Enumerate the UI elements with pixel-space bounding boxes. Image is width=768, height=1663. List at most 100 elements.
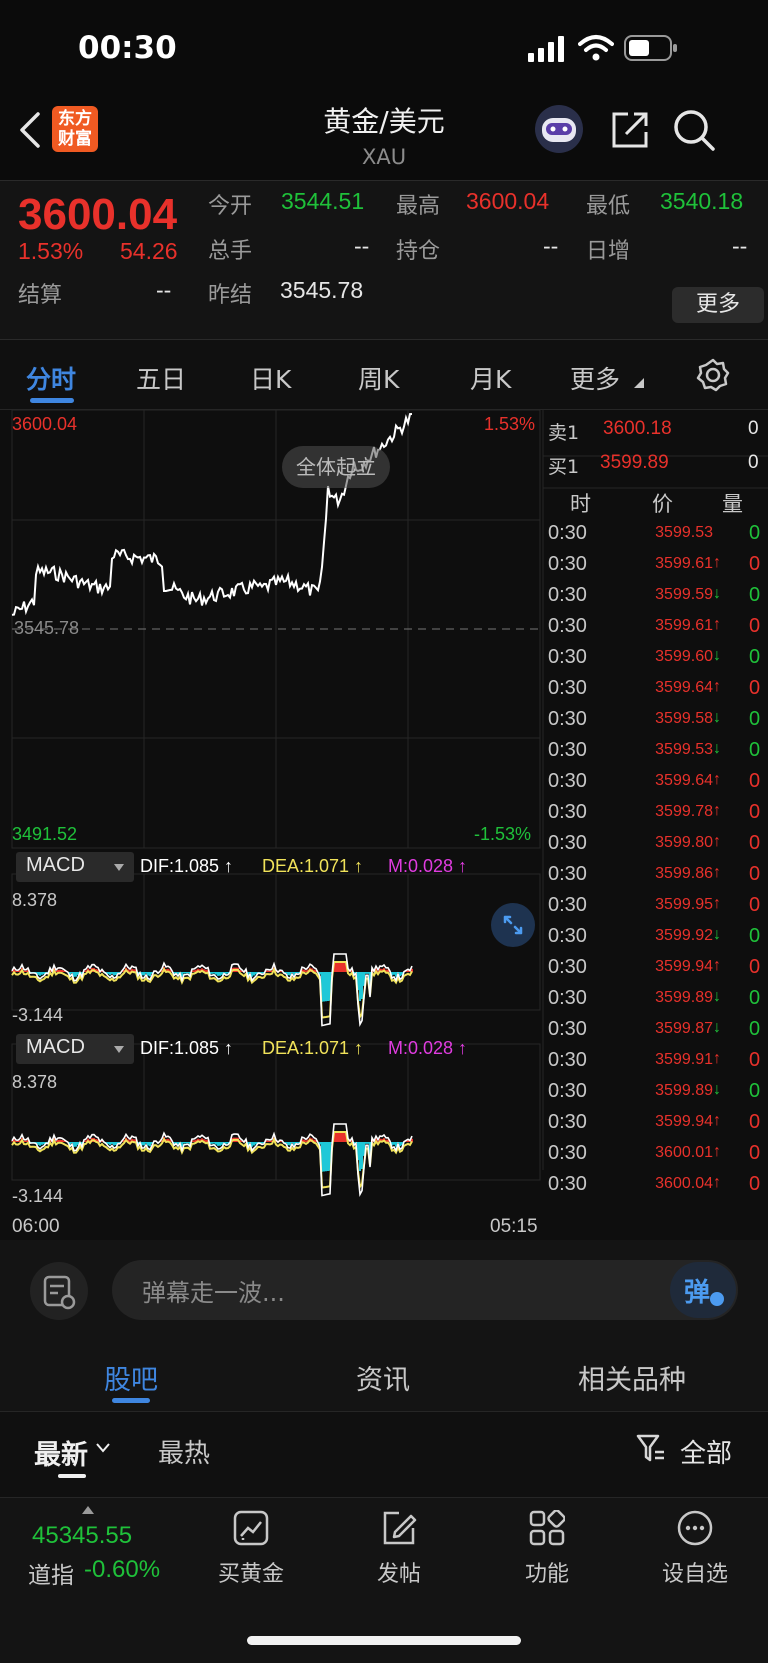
settle-value: -- xyxy=(156,277,172,303)
tick-qty: 0 xyxy=(749,1111,761,1133)
buy-gold-icon[interactable] xyxy=(233,1510,269,1546)
tab-daily-k[interactable]: 日K xyxy=(250,360,291,396)
home-indicator xyxy=(247,1636,521,1645)
index-change: -0.60% xyxy=(84,1556,161,1583)
more-quote-button[interactable]: 更多 xyxy=(672,287,764,323)
tab-related[interactable]: 相关品种 xyxy=(578,1358,686,1397)
tick-price: 3599.53 xyxy=(655,524,713,541)
dif-line xyxy=(11,1123,413,1197)
tick-row: 0:30 3599.80 ↑ 0 xyxy=(545,830,768,861)
buy1-price: 3599.89 xyxy=(600,452,669,473)
ticks-header-time: 时 xyxy=(570,492,591,516)
bottom-post[interactable]: 发帖 xyxy=(334,1556,464,1588)
buy1-qty: 0 xyxy=(748,452,759,473)
tick-price: 3599.61 xyxy=(655,617,713,634)
tick-qty: 0 xyxy=(749,863,761,885)
tick-qty: 0 xyxy=(749,1142,761,1164)
status-time: 00:30 xyxy=(78,30,177,66)
macd-m-2: M:0.028 ↑ xyxy=(388,1038,468,1058)
danmaku-toggle-button[interactable]: 弹 xyxy=(670,1262,736,1318)
tick-price: 3600.04 xyxy=(655,1175,713,1192)
check-icon xyxy=(710,1292,724,1306)
comment-settings-button[interactable] xyxy=(30,1262,88,1320)
time-axis-end: 05:15 xyxy=(490,1216,538,1237)
section-active-indicator xyxy=(112,1398,150,1403)
tab-forum[interactable]: 股吧 xyxy=(104,1358,158,1397)
tick-price: 3600.01 xyxy=(655,1144,713,1161)
search-icon[interactable] xyxy=(672,108,716,152)
tick-time: 0:30 xyxy=(548,1018,587,1040)
tick-price: 3599.87 xyxy=(655,1020,713,1037)
chart-max-pct: 1.53% xyxy=(484,414,536,434)
buy1-label: 买1 xyxy=(548,456,580,478)
more-circle-icon[interactable] xyxy=(677,1510,713,1546)
tick-qty: 0 xyxy=(749,1080,761,1102)
last-price: 3600.04 xyxy=(18,190,178,239)
tick-row: 0:30 3599.64 ↑ 0 xyxy=(545,675,768,706)
tick-qty: 0 xyxy=(749,708,761,730)
page-title: 黄金/美元 xyxy=(323,105,445,138)
filter-icon[interactable] xyxy=(636,1433,666,1465)
change-percent: 1.53% xyxy=(18,238,84,264)
tick-qty: 0 xyxy=(749,1173,761,1195)
apps-grid-icon[interactable] xyxy=(529,1510,565,1546)
tick-price: 3599.94 xyxy=(655,1113,713,1130)
danmaku-settings-icon xyxy=(43,1275,76,1310)
tick-time: 0:30 xyxy=(548,1111,587,1133)
sell1-qty: 0 xyxy=(748,418,759,439)
tick-time: 0:30 xyxy=(548,801,587,823)
low-label: 最低 xyxy=(586,194,631,219)
bottom-add-watchlist[interactable]: 设自选 xyxy=(630,1556,760,1588)
rise-badge[interactable]: 全体起立 xyxy=(282,446,390,488)
danmaku-placeholder: 弹幕走一波... xyxy=(142,1279,285,1307)
open-value: 3544.51 xyxy=(281,188,365,214)
tab-news[interactable]: 资讯 xyxy=(356,1358,410,1397)
tick-time: 0:30 xyxy=(548,584,587,606)
tick-arrow: ↑ xyxy=(713,771,721,788)
tick-arrow: ↑ xyxy=(713,1143,721,1160)
tick-time: 0:30 xyxy=(548,1049,587,1071)
sort-latest[interactable]: 最新 xyxy=(34,1433,88,1472)
compose-icon[interactable] xyxy=(381,1510,417,1546)
filter-all[interactable]: 全部 xyxy=(680,1433,732,1470)
sort-hottest[interactable]: 最热 xyxy=(158,1433,210,1470)
tab-monthly-k[interactable]: 月K xyxy=(470,360,511,396)
page-subtitle: XAU xyxy=(361,145,407,169)
robot-assistant-icon[interactable] xyxy=(532,104,586,154)
index-value[interactable]: 45345.55 xyxy=(32,1522,132,1550)
prev-settle-label: 昨结 xyxy=(208,283,253,308)
tick-qty: 0 xyxy=(749,553,761,575)
tick-arrow: ↑ xyxy=(713,1112,721,1129)
price-series-line xyxy=(11,413,413,616)
tab-five-day[interactable]: 五日 xyxy=(136,360,186,396)
share-icon[interactable] xyxy=(610,110,650,150)
bottom-functions[interactable]: 功能 xyxy=(482,1556,612,1588)
tick-qty: 0 xyxy=(749,522,761,544)
tick-price: 3599.60 xyxy=(655,648,713,665)
chart-max-price: 3600.04 xyxy=(12,414,78,434)
tick-qty: 0 xyxy=(749,925,761,947)
tab-intraday[interactable]: 分时 xyxy=(26,360,76,396)
tick-arrow: ↑ xyxy=(713,957,721,974)
sell1-price: 3600.18 xyxy=(603,418,672,439)
macd-dif-2: DIF:1.085 ↑ xyxy=(140,1038,234,1058)
tick-time: 0:30 xyxy=(548,863,587,885)
tick-row: 0:30 3599.53 0 xyxy=(545,520,768,551)
tick-time: 0:30 xyxy=(548,553,587,575)
tick-arrow: ↓ xyxy=(713,1081,721,1098)
tick-row: 0:30 3600.04 ↑ 0 xyxy=(545,1171,768,1202)
bottom-buy-gold[interactable]: 买黄金 xyxy=(186,1556,316,1588)
tick-arrow: ↑ xyxy=(713,1050,721,1067)
gear-icon[interactable] xyxy=(696,358,730,392)
sort-active-indicator xyxy=(58,1474,86,1478)
macd-dea-1: DEA:1.071 ↑ xyxy=(262,856,364,876)
ticks-header-qty: 量 xyxy=(722,492,743,516)
tick-qty: 0 xyxy=(749,1018,761,1040)
tick-time: 0:30 xyxy=(548,646,587,668)
caret-up-icon xyxy=(82,1506,94,1514)
tab-more[interactable]: 更多 xyxy=(570,360,620,396)
tab-weekly-k[interactable]: 周K xyxy=(358,360,399,396)
tick-qty: 0 xyxy=(749,677,761,699)
expand-icon[interactable] xyxy=(490,902,536,948)
tick-arrow: ↑ xyxy=(713,554,721,571)
